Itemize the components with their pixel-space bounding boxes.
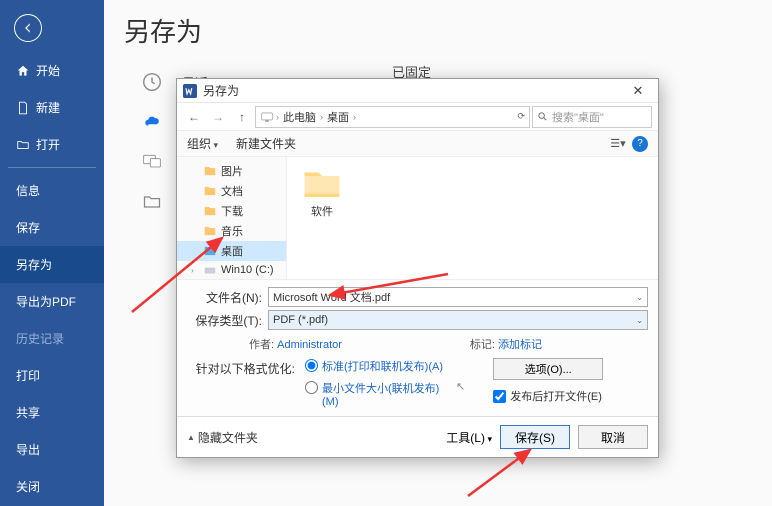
savetype-label: 保存类型(T): <box>187 312 262 329</box>
file-icon <box>16 101 30 115</box>
tree-item-label: Win10 (C:) <box>221 264 274 276</box>
open-after-label: 发布后打开文件(E) <box>510 388 602 404</box>
hide-folders-button[interactable]: 隐藏文件夹 <box>187 429 258 446</box>
dialog-title: 另存为 <box>203 82 624 99</box>
nav-back-button[interactable]: ← <box>183 106 205 128</box>
nav-save-label: 保存 <box>16 219 40 236</box>
nav-home[interactable]: 开始 <box>0 52 104 89</box>
nav-saveas-label: 另存为 <box>16 256 52 273</box>
nav-save[interactable]: 保存 <box>0 209 104 246</box>
clock-icon <box>134 68 170 96</box>
save-button[interactable]: 保存(S) <box>500 425 570 449</box>
nav-new-label: 新建 <box>36 99 60 116</box>
nav-history: 历史记录 <box>0 320 104 357</box>
pc-icon <box>260 110 274 124</box>
newfolder-button[interactable]: 新建文件夹 <box>236 135 296 152</box>
savetype-select[interactable]: PDF (*.pdf)⌄ <box>268 310 648 330</box>
tree-downloads[interactable]: 下载 <box>177 201 286 221</box>
nav-close[interactable]: 关闭 <box>0 468 104 505</box>
close-button[interactable]: ✕ <box>624 83 652 99</box>
tree-item-label: 下载 <box>221 203 243 219</box>
optimize-minimum-radio[interactable]: 最小文件大小(联机发布)(M) ↖ <box>305 380 465 408</box>
organize-menu[interactable]: 组织 <box>187 135 218 152</box>
tree-item-label: 音乐 <box>221 223 243 239</box>
optimize-min-label: 最小文件大小(联机发布)(M) <box>322 380 452 408</box>
filename-input[interactable]: Microsoft Word 文档.pdf⌄ <box>268 287 648 307</box>
author-label: 作者: <box>249 339 274 351</box>
nav-home-label: 开始 <box>36 62 60 79</box>
cloud-icon <box>134 108 170 136</box>
optimize-label: 针对以下格式优化: <box>187 358 295 408</box>
tree-drive[interactable]: ›Win10 (C:) <box>177 261 286 279</box>
tree-item-label: 图片 <box>221 163 243 179</box>
dialog-footer: 隐藏文件夹 工具(L) 保存(S) 取消 <box>177 416 658 457</box>
options-button[interactable]: 选项(O)... <box>493 358 603 380</box>
crumb-folder[interactable]: 桌面 <box>325 109 351 125</box>
breadcrumb[interactable]: › 此电脑 › 桌面 › ⟳ <box>255 106 530 128</box>
nav-history-label: 历史记录 <box>16 330 64 347</box>
dialog-titlebar: 另存为 ✕ <box>177 79 658 103</box>
tree-desktop[interactable]: 桌面 <box>177 241 286 261</box>
nav-print[interactable]: 打印 <box>0 357 104 394</box>
nav-close-label: 关闭 <box>16 478 40 495</box>
author-value[interactable]: Administrator <box>277 339 342 351</box>
cancel-button[interactable]: 取消 <box>578 425 648 449</box>
nav-exportpdf[interactable]: 导出为PDF <box>0 283 104 320</box>
nav-open[interactable]: 打开 <box>0 126 104 163</box>
back-button[interactable] <box>14 14 42 42</box>
filename-value: Microsoft Word 文档.pdf <box>273 289 390 305</box>
savetype-value: PDF (*.pdf) <box>273 314 328 326</box>
nav-exportpdf-label: 导出为PDF <box>16 293 76 310</box>
help-button[interactable]: ? <box>632 136 648 152</box>
home-icon <box>16 64 30 78</box>
word-icon <box>183 84 197 98</box>
folder-label: 软件 <box>311 203 333 219</box>
folder-icon <box>301 165 343 201</box>
dialog-form: 文件名(N): Microsoft Word 文档.pdf⌄ 保存类型(T): … <box>177 279 658 416</box>
search-placeholder: 搜索"桌面" <box>552 109 604 125</box>
cursor-icon: ↖ <box>456 380 465 393</box>
nav-export[interactable]: 导出 <box>0 431 104 468</box>
folder-open-icon <box>134 188 170 216</box>
tree-music[interactable]: 音乐 <box>177 221 286 241</box>
nav-forward-button[interactable]: → <box>207 106 229 128</box>
tree-documents[interactable]: 文档 <box>177 181 286 201</box>
folder-tree: 图片 文档 下载 音乐 桌面 ›Win10 (C:) <box>177 157 287 279</box>
nav-open-label: 打开 <box>36 136 60 153</box>
pc-icon <box>134 148 170 176</box>
search-input[interactable]: 搜索"桌面" <box>532 106 652 128</box>
nav-share[interactable]: 共享 <box>0 394 104 431</box>
dialog-navbar: ← → ↑ › 此电脑 › 桌面 › ⟳ 搜索"桌面" <box>177 103 658 131</box>
search-icon <box>537 111 548 122</box>
open-after-checkbox[interactable]: 发布后打开文件(E) <box>493 388 603 404</box>
file-list[interactable]: 软件 <box>287 157 658 279</box>
tree-pictures[interactable]: 图片 <box>177 161 286 181</box>
crumb-thispc[interactable]: 此电脑 <box>281 109 318 125</box>
tags-label: 标记: <box>470 339 495 351</box>
folder-item[interactable]: 软件 <box>295 165 349 219</box>
backstage-sidebar: 开始 新建 打开 信息 保存 另存为 导出为PDF 历史记录 打印 共享 导出 … <box>0 0 104 506</box>
tree-item-label: 桌面 <box>221 243 243 259</box>
optimize-std-label: 标准(打印和联机发布)(A) <box>322 358 443 374</box>
tree-item-label: 文档 <box>221 183 243 199</box>
nav-info[interactable]: 信息 <box>0 172 104 209</box>
filename-label: 文件名(N): <box>187 289 262 306</box>
nav-print-label: 打印 <box>16 367 40 384</box>
nav-up-button[interactable]: ↑ <box>231 106 253 128</box>
arrow-left-icon <box>21 21 35 35</box>
optimize-standard-radio[interactable]: 标准(打印和联机发布)(A) <box>305 358 465 374</box>
open-icon <box>16 138 30 152</box>
page-title: 另存为 <box>124 12 752 49</box>
nav-info-label: 信息 <box>16 182 40 199</box>
view-menu[interactable]: ☰▾ <box>610 136 626 152</box>
nav-new[interactable]: 新建 <box>0 89 104 126</box>
nav-share-label: 共享 <box>16 404 40 421</box>
nav-export-label: 导出 <box>16 441 40 458</box>
dialog-toolbar: 组织 新建文件夹 ☰▾ ? <box>177 131 658 157</box>
nav-saveas[interactable]: 另存为 <box>0 246 104 283</box>
saveas-dialog: 另存为 ✕ ← → ↑ › 此电脑 › 桌面 › ⟳ 搜索"桌面" 组织 新建文… <box>176 78 659 458</box>
tags-value[interactable]: 添加标记 <box>498 339 542 351</box>
tools-menu[interactable]: 工具(L) <box>446 429 492 446</box>
